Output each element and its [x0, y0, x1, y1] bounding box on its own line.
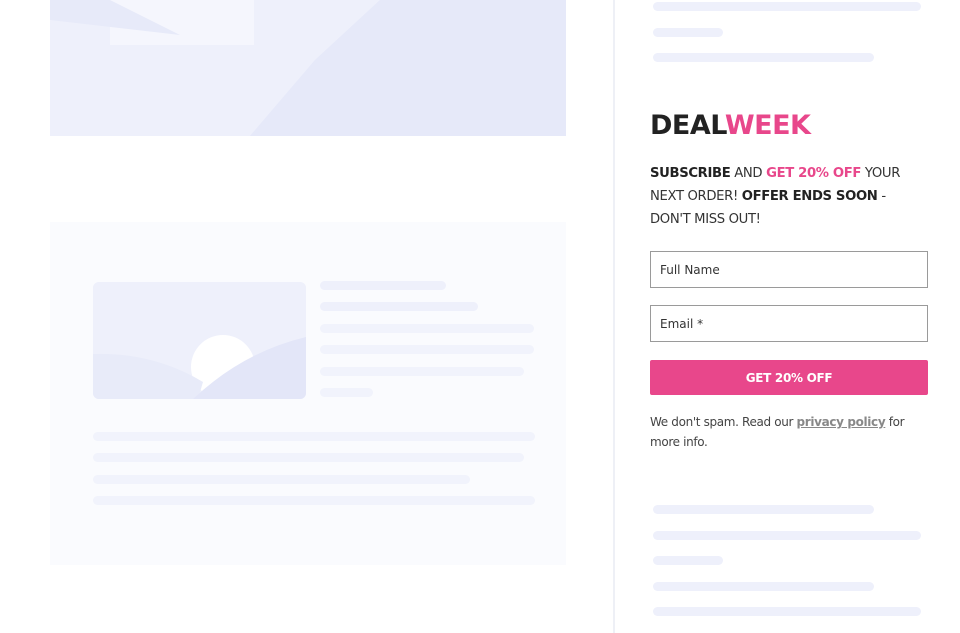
skeleton-line	[653, 505, 874, 514]
privacy-notice: We don't spam. Read our privacy policy f…	[650, 412, 928, 452]
promo-text: SUBSCRIBE AND GET 20% OFF YOUR NEXT ORDE…	[650, 162, 928, 231]
privacy-policy-link[interactable]: privacy policy	[797, 415, 886, 429]
privacy-notice-before: We don't spam. Read our	[650, 415, 797, 429]
skeleton-line	[653, 53, 874, 62]
skeleton-line	[653, 556, 723, 565]
thumbnail-placeholder	[93, 282, 306, 399]
skeleton-line	[653, 28, 723, 37]
skeleton-line	[93, 475, 470, 484]
brand-logo-part-1: DEAL	[650, 110, 725, 141]
full-name-field-wrapper	[650, 251, 928, 288]
skeleton-line	[653, 2, 921, 11]
promo-discount: GET 20% OFF	[766, 166, 862, 181]
skeleton-line	[320, 302, 478, 311]
skeleton-line	[93, 432, 535, 441]
skeleton-line	[320, 345, 534, 354]
skeleton-line	[93, 453, 524, 462]
skeleton-line	[653, 607, 921, 616]
promo-subscribe: SUBSCRIBE	[650, 166, 731, 181]
skeleton-line	[320, 367, 524, 376]
landscape-placeholder-icon	[50, 0, 566, 136]
promo-offer-ends: OFFER ENDS SOON	[741, 189, 878, 204]
brand-logo: DEALWEEK	[650, 108, 811, 144]
promo-and: AND	[730, 166, 767, 181]
hero-image-placeholder	[50, 0, 566, 136]
brand-logo-part-2: WEEK	[724, 110, 811, 141]
skeleton-line	[320, 324, 534, 333]
subscribe-button[interactable]: GET 20% OFF	[650, 360, 928, 395]
sidebar-divider	[613, 0, 615, 633]
skeleton-line	[653, 582, 874, 591]
image-placeholder-icon	[93, 282, 306, 399]
email-input[interactable]	[651, 306, 927, 341]
email-field-wrapper	[650, 305, 928, 342]
skeleton-line	[93, 496, 535, 505]
skeleton-line	[320, 388, 373, 397]
full-name-input[interactable]	[651, 252, 927, 287]
skeleton-line	[320, 281, 446, 290]
skeleton-line	[653, 531, 921, 540]
